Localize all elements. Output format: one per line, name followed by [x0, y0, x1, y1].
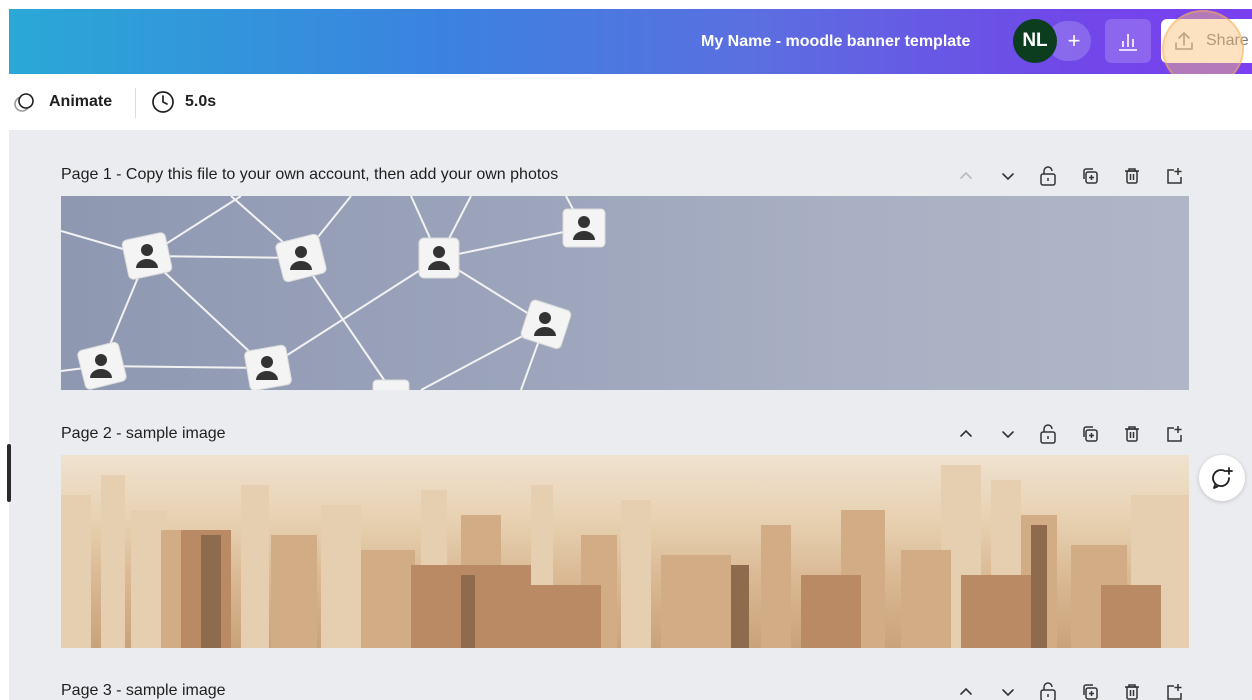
- move-page-down-button[interactable]: [994, 677, 1022, 700]
- add-comment-button[interactable]: [1199, 455, 1245, 501]
- chevron-down-icon: [1002, 173, 1014, 181]
- lock-icon: [1040, 424, 1056, 444]
- lock-icon: [1040, 682, 1056, 700]
- duplicate-icon: [1083, 684, 1098, 700]
- page-1-canvas[interactable]: [61, 196, 1189, 390]
- delete-page-button[interactable]: [1118, 677, 1146, 700]
- editor-header: My Name - moodle banner template + NL Sh…: [9, 9, 1252, 74]
- clock-icon: [152, 91, 174, 113]
- user-avatar[interactable]: NL: [1013, 19, 1057, 63]
- trash-icon: [1125, 168, 1139, 184]
- chevron-down-icon: [1002, 431, 1014, 439]
- move-page-down-button[interactable]: [994, 419, 1022, 449]
- duplicate-page-button[interactable]: [1076, 419, 1104, 449]
- panel-resize-handle[interactable]: [7, 444, 11, 502]
- share-label: Share: [1206, 32, 1249, 49]
- duplicate-icon: [1083, 168, 1098, 184]
- lock-icon: [1040, 166, 1056, 186]
- toolbar-divider: [135, 88, 136, 118]
- add-page-button[interactable]: [1160, 677, 1188, 700]
- duplicate-icon: [1083, 426, 1098, 442]
- network-photo: [61, 196, 606, 390]
- page-1-controls: [952, 161, 1192, 191]
- duration-label: 5.0s: [185, 93, 217, 110]
- move-page-up-button[interactable]: [952, 677, 980, 700]
- move-page-down-button[interactable]: [994, 161, 1022, 191]
- comment-plus-icon: [1212, 467, 1233, 489]
- lock-page-button[interactable]: [1034, 677, 1062, 700]
- page-2-title[interactable]: Page 2 - sample image: [61, 425, 226, 443]
- trash-icon: [1125, 426, 1139, 442]
- chevron-up-icon: [960, 429, 972, 437]
- page-1-title[interactable]: Page 1 - Copy this file to your own acco…: [61, 166, 558, 184]
- document-title[interactable]: My Name - moodle banner template: [701, 9, 970, 74]
- lock-page-button[interactable]: [1034, 419, 1062, 449]
- page-2-controls: [952, 419, 1192, 449]
- add-page-icon: [1167, 168, 1182, 184]
- delete-page-button[interactable]: [1118, 419, 1146, 449]
- editor-toolbar: Animate 5.0s: [9, 74, 1252, 130]
- animate-icon: [14, 93, 34, 112]
- animate-label: Animate: [49, 93, 113, 110]
- chevron-up-icon: [960, 171, 972, 179]
- bar-chart-icon: [1119, 34, 1137, 51]
- page-2-canvas[interactable]: [61, 455, 1189, 648]
- duration-button[interactable]: 5.0s: [151, 74, 216, 130]
- chevron-up-icon: [960, 687, 972, 695]
- insights-button[interactable]: [1105, 19, 1151, 63]
- trash-icon: [1125, 684, 1139, 700]
- add-page-icon: [1167, 684, 1182, 700]
- move-page-up-button[interactable]: [952, 419, 980, 449]
- lock-page-button[interactable]: [1034, 161, 1062, 191]
- add-page-icon: [1167, 426, 1182, 442]
- city-photo: [61, 465, 1189, 648]
- chevron-down-icon: [1002, 689, 1014, 697]
- duplicate-page-button[interactable]: [1076, 161, 1104, 191]
- add-page-button[interactable]: [1160, 161, 1188, 191]
- delete-page-button[interactable]: [1118, 161, 1146, 191]
- move-page-up-button[interactable]: [952, 161, 980, 191]
- upload-icon: [1175, 32, 1193, 50]
- page-3-title[interactable]: Page 3 - sample image: [61, 682, 226, 700]
- page-3-controls: [952, 677, 1192, 700]
- add-page-button[interactable]: [1160, 419, 1188, 449]
- duplicate-page-button[interactable]: [1076, 677, 1104, 700]
- share-button[interactable]: Share: [1161, 19, 1252, 63]
- animate-button[interactable]: Animate: [13, 74, 112, 130]
